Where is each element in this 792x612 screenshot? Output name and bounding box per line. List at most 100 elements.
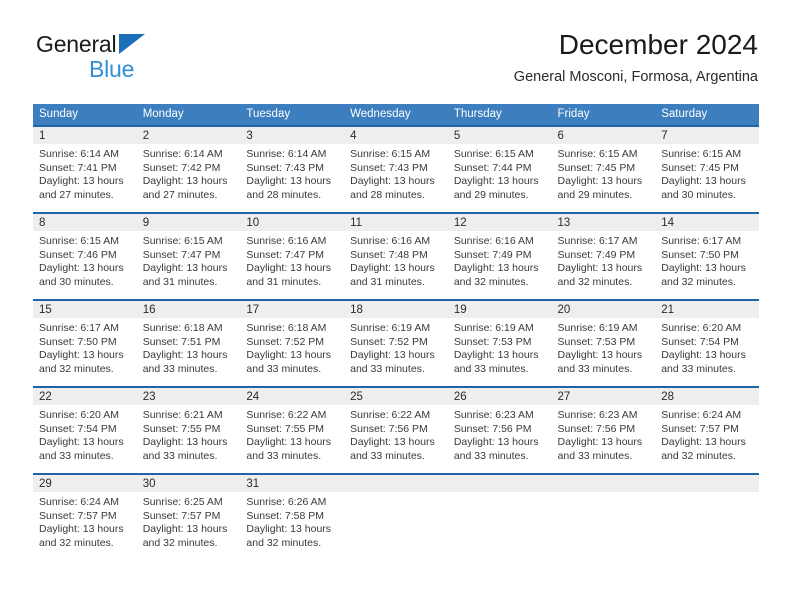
sunset-time: Sunset: 7:45 PM (661, 161, 739, 174)
sunset-time: Sunset: 7:49 PM (453, 248, 532, 261)
day-number: 8 (33, 214, 137, 231)
sunrise-time: Sunrise: 6:26 AM (246, 496, 327, 508)
calendar-day-cell[interactable]: 28 Sunrise: 6:24 AM Sunset: 7:57 PM Dayligh… (655, 386, 759, 474)
day-number: 16 (136, 301, 241, 318)
calendar-day-cell[interactable]: 21 Sunrise: 6:20 AM Sunset: 7:54 PM Dayligh… (655, 299, 759, 387)
weekday-header-wednesday: Wednesday (344, 104, 448, 126)
page-subtitle: General Mosconi, Formosa, Argentina (513, 69, 758, 85)
calendar-day-cell[interactable]: 24 Sunrise: 6:22 AM Sunset: 7:55 PM Dayligh… (240, 386, 345, 474)
triangle-icon (119, 34, 145, 54)
calendar-body: 1 Sunrise: 6:14 AM Sunset: 7:41 PM Daylight… (33, 125, 759, 562)
day-number (655, 475, 759, 492)
calendar-day-cell[interactable]: 6 Sunrise: 6:15 AM Sunset: 7:45 PM Daylight… (551, 125, 656, 213)
calendar-week-row: 15 Sunrise: 6:17 AM Sunset: 7:50 PM Dayligh… (33, 299, 759, 387)
sunset-time: Sunset: 7:45 PM (557, 161, 636, 174)
day-details: Sunrise: 6:15 AM Sunset: 7:47 PM Daylight:… (137, 231, 241, 289)
calendar-day-cell[interactable]: 25 Sunrise: 6:22 AM Sunset: 7:56 PM Dayligh… (344, 386, 448, 474)
calendar-week-row: 29 Sunrise: 6:24 AM Sunset: 7:57 PM Dayligh… (33, 473, 759, 562)
calendar-day-cell[interactable]: 20 Sunrise: 6:19 AM Sunset: 7:53 PM Dayligh… (551, 299, 656, 387)
daylight-duration-line2: and 33 minutes. (39, 449, 114, 462)
calendar-day-cell[interactable]: 5 Sunrise: 6:15 AM Sunset: 7:44 PM Daylight… (447, 125, 552, 213)
day-details: Sunrise: 6:15 AM Sunset: 7:45 PM Daylight:… (552, 144, 656, 202)
calendar-day-cell (447, 473, 552, 562)
day-number (344, 475, 448, 492)
page-title: December 2024 (558, 29, 758, 60)
day-number: 4 (344, 127, 448, 144)
daylight-duration-line1: Daylight: 13 hours (246, 436, 332, 449)
day-details: Sunrise: 6:16 AM Sunset: 7:47 PM Daylight:… (240, 231, 344, 289)
calendar-day-cell[interactable]: 26 Sunrise: 6:23 AM Sunset: 7:56 PM Dayligh… (447, 386, 552, 474)
calendar-day-cell[interactable]: 8 Sunrise: 6:15 AM Sunset: 7:46 PM Daylight… (33, 212, 137, 300)
day-details: Sunrise: 6:23 AM Sunset: 7:56 PM Daylight:… (552, 405, 656, 463)
daylight-duration-line1: Daylight: 13 hours (350, 175, 435, 188)
calendar-day-cell[interactable]: 11 Sunrise: 6:16 AM Sunset: 7:48 PM Dayligh… (344, 212, 448, 300)
sunset-time: Sunset: 7:47 PM (142, 248, 221, 261)
calendar-day-cell[interactable]: 29 Sunrise: 6:24 AM Sunset: 7:57 PM Dayligh… (33, 473, 137, 562)
calendar-day-cell[interactable]: 9 Sunrise: 6:15 AM Sunset: 7:47 PM Daylight… (136, 212, 241, 300)
daylight-duration-line2: and 33 minutes. (453, 449, 529, 462)
brand-name-general: General (36, 31, 117, 57)
calendar-day-cell[interactable]: 30 Sunrise: 6:25 AM Sunset: 7:57 PM Dayligh… (136, 473, 241, 562)
sunrise-time: Sunrise: 6:16 AM (453, 235, 534, 247)
calendar-day-cell[interactable]: 31 Sunrise: 6:26 AM Sunset: 7:58 PM Dayligh… (240, 473, 345, 562)
calendar-day-cell[interactable]: 16 Sunrise: 6:18 AM Sunset: 7:51 PM Dayligh… (136, 299, 241, 387)
daylight-duration-line1: Daylight: 13 hours (39, 436, 124, 449)
sunrise-time: Sunrise: 6:17 AM (661, 235, 742, 247)
day-number: 12 (447, 214, 552, 231)
day-details: Sunrise: 6:22 AM Sunset: 7:56 PM Daylight:… (344, 405, 448, 463)
calendar-day-cell[interactable]: 27 Sunrise: 6:23 AM Sunset: 7:56 PM Dayligh… (551, 386, 656, 474)
daylight-duration-line1: Daylight: 13 hours (350, 436, 435, 449)
daylight-duration-line1: Daylight: 13 hours (142, 523, 228, 536)
daylight-duration-line1: Daylight: 13 hours (453, 175, 539, 188)
calendar-day-cell[interactable]: 18 Sunrise: 6:19 AM Sunset: 7:52 PM Dayligh… (344, 299, 448, 387)
calendar-day-cell[interactable]: 17 Sunrise: 6:18 AM Sunset: 7:52 PM Dayligh… (240, 299, 345, 387)
calendar-day-cell[interactable]: 14 Sunrise: 6:17 AM Sunset: 7:50 PM Dayligh… (655, 212, 759, 300)
day-number: 23 (136, 388, 241, 405)
calendar-day-cell[interactable]: 23 Sunrise: 6:21 AM Sunset: 7:55 PM Dayligh… (136, 386, 241, 474)
day-number: 15 (33, 301, 137, 318)
sunrise-time: Sunrise: 6:18 AM (246, 322, 327, 334)
sunset-time: Sunset: 7:58 PM (246, 509, 325, 522)
daylight-duration-line1: Daylight: 13 hours (39, 523, 124, 536)
sunrise-time: Sunrise: 6:16 AM (350, 235, 431, 247)
daylight-duration-line2: and 32 minutes. (246, 536, 322, 549)
sunset-time: Sunset: 7:44 PM (453, 161, 532, 174)
calendar-day-cell[interactable]: 7 Sunrise: 6:15 AM Sunset: 7:45 PM Daylight… (655, 125, 759, 213)
calendar-day-cell[interactable]: 22 Sunrise: 6:20 AM Sunset: 7:54 PM Dayligh… (33, 386, 137, 474)
sunrise-time: Sunrise: 6:22 AM (350, 409, 431, 421)
sunrise-time: Sunrise: 6:15 AM (142, 235, 223, 247)
day-number: 28 (655, 388, 759, 405)
calendar-day-cell[interactable]: 12 Sunrise: 6:16 AM Sunset: 7:49 PM Dayligh… (447, 212, 552, 300)
daylight-duration-line2: and 33 minutes. (661, 362, 736, 375)
daylight-duration-line2: and 28 minutes. (350, 188, 425, 201)
calendar-day-cell[interactable]: 1 Sunrise: 6:14 AM Sunset: 7:41 PM Daylight… (33, 125, 137, 213)
daylight-duration-line1: Daylight: 13 hours (142, 262, 228, 275)
day-details: Sunrise: 6:15 AM Sunset: 7:45 PM Daylight:… (655, 144, 759, 202)
calendar-day-cell (551, 473, 656, 562)
daylight-duration-line2: and 33 minutes. (142, 362, 218, 375)
sunset-time: Sunset: 7:55 PM (142, 422, 221, 435)
brand-logo[interactable]: General Blue (36, 32, 276, 88)
sunset-time: Sunset: 7:54 PM (661, 335, 739, 348)
calendar-day-cell[interactable]: 19 Sunrise: 6:19 AM Sunset: 7:53 PM Dayligh… (447, 299, 552, 387)
daylight-duration-line2: and 32 minutes. (661, 449, 736, 462)
day-number: 18 (344, 301, 448, 318)
calendar-day-cell[interactable]: 4 Sunrise: 6:15 AM Sunset: 7:43 PM Daylight… (344, 125, 448, 213)
daylight-duration-line2: and 32 minutes. (661, 275, 736, 288)
day-details: Sunrise: 6:14 AM Sunset: 7:41 PM Daylight:… (33, 144, 137, 202)
calendar-day-cell[interactable]: 2 Sunrise: 6:14 AM Sunset: 7:42 PM Daylight… (136, 125, 241, 213)
calendar-day-cell[interactable]: 10 Sunrise: 6:16 AM Sunset: 7:47 PM Dayligh… (240, 212, 345, 300)
calendar-day-cell[interactable]: 3 Sunrise: 6:14 AM Sunset: 7:43 PM Daylight… (240, 125, 345, 213)
sunrise-time: Sunrise: 6:25 AM (142, 496, 223, 508)
calendar-day-cell[interactable]: 15 Sunrise: 6:17 AM Sunset: 7:50 PM Dayligh… (33, 299, 137, 387)
daylight-duration-line2: and 29 minutes. (453, 188, 529, 201)
sunrise-time: Sunrise: 6:20 AM (661, 322, 742, 334)
daylight-duration-line1: Daylight: 13 hours (246, 175, 332, 188)
day-details: Sunrise: 6:18 AM Sunset: 7:52 PM Daylight:… (240, 318, 344, 376)
daylight-duration-line1: Daylight: 13 hours (661, 262, 746, 275)
calendar-day-cell[interactable]: 13 Sunrise: 6:17 AM Sunset: 7:49 PM Dayligh… (551, 212, 656, 300)
daylight-duration-line1: Daylight: 13 hours (350, 349, 435, 362)
day-number: 2 (136, 127, 241, 144)
daylight-duration-line2: and 33 minutes. (246, 449, 322, 462)
day-details: Sunrise: 6:22 AM Sunset: 7:55 PM Daylight:… (240, 405, 344, 463)
